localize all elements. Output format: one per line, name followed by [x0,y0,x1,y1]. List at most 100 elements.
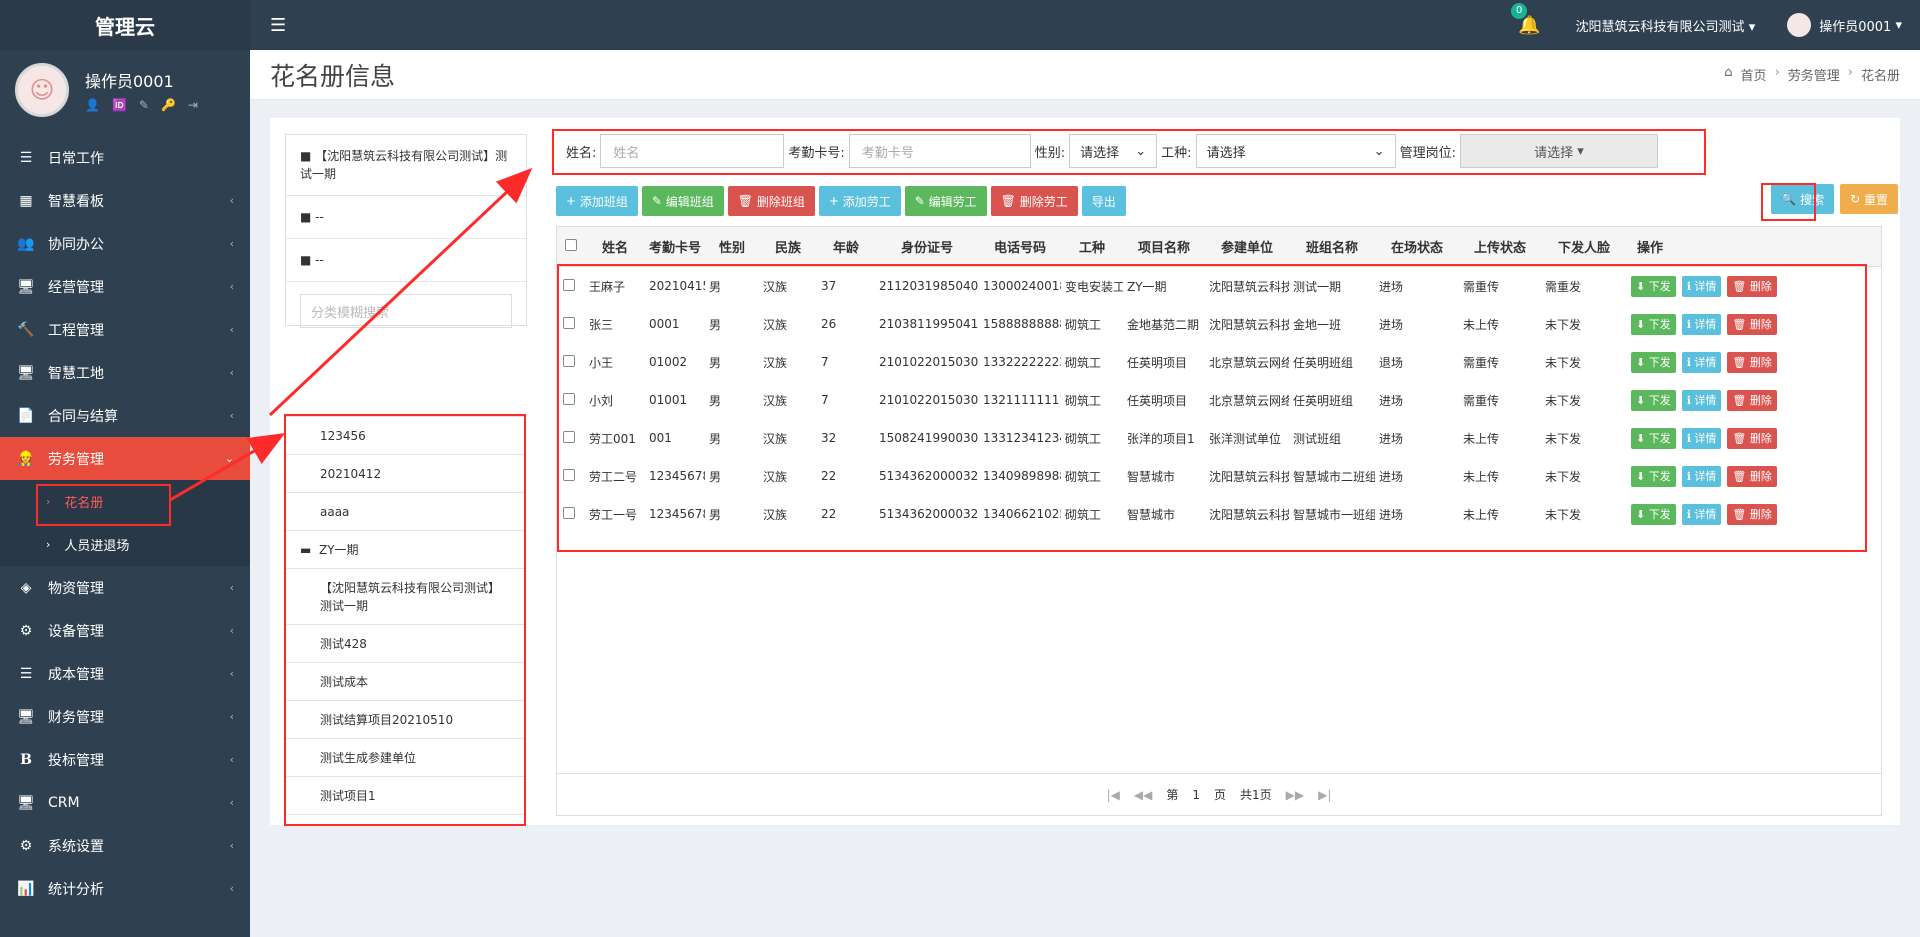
delete-button[interactable]: 🗑 删除 [1727,275,1777,297]
detail-button[interactable]: ℹ 详情 [1681,465,1722,487]
reset-button[interactable]: ↻ 重置 [1840,184,1898,214]
prev-page-icon[interactable]: ◀◀ [1134,788,1152,802]
sidebar-item-equipment-mgmt[interactable]: ⚙ 设备管理 ‹ [0,609,250,652]
search-button[interactable]: 🔍 搜索 [1771,184,1835,214]
row-checkbox[interactable] [563,278,575,291]
tree-item[interactable]: 测试生成参建单位 [286,739,524,777]
issue-button[interactable]: ⬇ 下发 [1631,503,1676,525]
export-button[interactable]: 导出 [1081,186,1126,216]
hamburger-menu-icon[interactable]: ☰ [270,15,286,36]
user-dropdown[interactable]: 操作员0001 ▾ [1787,13,1902,37]
col-header[interactable]: 姓名 [585,237,645,256]
sidebar-item-engineering-mgmt[interactable]: 🔨 工程管理 ‹ [0,308,250,351]
sidebar-item-smart-board[interactable]: ▦ 智慧看板 ‹ [0,179,250,222]
sidebar-item-bid-mgmt[interactable]: B 投标管理 ‹ [0,738,250,781]
submenu-item-entry-exit[interactable]: › 人员进退场 [0,523,250,566]
add-worker-button[interactable]: + 添加劳工 [818,186,901,216]
card-number-input[interactable]: 考勤卡号 [848,134,1031,168]
col-header[interactable]: 电话号码 [979,237,1061,256]
gender-select[interactable]: 请选择 ⌄ [1069,134,1158,168]
delete-button[interactable]: 🗑 删除 [1727,351,1777,373]
first-page-icon[interactable]: |◀ [1107,788,1120,802]
select-all-checkbox[interactable] [565,238,577,251]
row-checkbox[interactable] [563,430,575,443]
delete-button[interactable]: 🗑 删除 [1727,389,1777,411]
sidebar-item-finance-mgmt[interactable]: 🖥 财务管理 ‹ [0,695,250,738]
issue-button[interactable]: ⬇ 下发 [1631,275,1676,297]
tree-item[interactable]: 123456 [286,417,524,455]
add-team-button[interactable]: + 添加班组 [556,186,638,216]
col-header[interactable]: 年龄 [817,237,875,256]
detail-button[interactable]: ℹ 详情 [1681,351,1722,373]
sidebar-item-material-mgmt[interactable]: ◈ 物资管理 ‹ [0,566,250,609]
delete-button[interactable]: 🗑 删除 [1727,427,1777,449]
breadcrumb-labor[interactable]: 劳务管理 [1788,65,1840,84]
logout-icon[interactable]: ⇥ [188,98,198,112]
row-checkbox[interactable] [563,468,575,481]
row-checkbox[interactable] [563,316,575,329]
sidebar-item-business-mgmt[interactable]: 🖥 经营管理 ‹ [0,265,250,308]
name-input[interactable]: 姓名 [600,134,785,168]
col-header[interactable]: 班组名称 [1289,237,1375,256]
col-header[interactable]: 民族 [759,237,817,256]
work-type-select[interactable]: 请选择 ⌄ [1195,134,1396,168]
tree-item[interactable]: aaaa [286,493,524,531]
notification-bell-icon[interactable]: 🔔 0 [1511,2,1541,36]
post-select[interactable]: 请选择 ▾ [1459,134,1658,168]
page-number[interactable]: 1 [1192,788,1200,802]
col-header[interactable]: 工种 [1061,237,1123,256]
sidebar-item-contract-settlement[interactable]: 📄 合同与结算 ‹ [0,394,250,437]
user-profile-icon[interactable]: 👤 [85,98,100,112]
detail-button[interactable]: ℹ 详情 [1681,275,1722,297]
sidebar-item-cost-mgmt[interactable]: ☰ 成本管理 ‹ [0,652,250,695]
key-icon[interactable]: 🔑 [161,98,176,112]
detail-button[interactable]: ℹ 详情 [1681,503,1722,525]
delete-button[interactable]: 🗑 删除 [1727,503,1777,525]
next-page-icon[interactable]: ▶▶ [1286,788,1304,802]
col-header[interactable]: 身份证号 [875,237,979,256]
edit-icon[interactable]: ✎ [139,98,149,112]
tree-search-input[interactable]: 分类模糊搜索 [300,294,512,328]
col-header[interactable]: 项目名称 [1123,237,1205,256]
submenu-item-roster[interactable]: › 花名册 [0,480,250,526]
sidebar-item-labor-mgmt[interactable]: 👷 劳务管理 ⌄ [0,437,250,480]
sidebar-item-collab-office[interactable]: 👥 协同办公 ‹ [0,222,250,265]
tree-item[interactable]: 测试成本 [286,663,524,701]
tree-item[interactable]: 测试项目1 [286,777,524,815]
id-card-icon[interactable]: 🆔 [112,98,127,112]
edit-worker-button[interactable]: ✎ 编辑劳工 [904,186,987,216]
issue-button[interactable]: ⬇ 下发 [1631,351,1676,373]
issue-button[interactable]: ⬇ 下发 [1631,313,1676,335]
delete-worker-button[interactable]: 🗑 删除劳工 [990,186,1078,216]
col-header[interactable]: 参建单位 [1205,237,1289,256]
col-header[interactable]: 考勤卡号 [645,237,705,256]
tree-node[interactable]: ■ -- [286,196,526,239]
sidebar-item-daily-work[interactable]: ☰ 日常工作 [0,136,250,179]
tree-node[interactable]: ■ -- [286,239,526,282]
row-checkbox[interactable] [563,506,575,519]
col-header[interactable]: 上传状态 [1459,237,1541,256]
detail-button[interactable]: ℹ 详情 [1681,427,1722,449]
edit-team-button[interactable]: ✎ 编辑班组 [641,186,724,216]
issue-button[interactable]: ⬇ 下发 [1631,389,1676,411]
collapse-icon[interactable]: ▬ [300,543,311,557]
delete-button[interactable]: 🗑 删除 [1727,465,1777,487]
col-header[interactable]: 性别 [705,237,759,256]
delete-team-button[interactable]: 🗑 删除班组 [727,186,815,216]
tree-item[interactable]: 【沈阳慧筑云科技有限公司测试】测试一期 [286,569,524,625]
breadcrumb-home[interactable]: 首页 [1741,65,1767,84]
issue-button[interactable]: ⬇ 下发 [1631,427,1676,449]
row-checkbox[interactable] [563,392,575,405]
tree-item[interactable]: 测试结算项目20210510 [286,701,524,739]
sidebar-item-statistics[interactable]: 📊 统计分析 ‹ [0,867,250,910]
last-page-icon[interactable]: ▶| [1318,788,1331,802]
detail-button[interactable]: ℹ 详情 [1681,389,1722,411]
delete-button[interactable]: 🗑 删除 [1727,313,1777,335]
sidebar-item-crm[interactable]: 🖥 CRM ‹ [0,781,250,824]
col-header[interactable]: 在场状态 [1375,237,1459,256]
detail-button[interactable]: ℹ 详情 [1681,313,1722,335]
tree-item[interactable]: 测试428 [286,625,524,663]
company-dropdown[interactable]: 沈阳慧筑云科技有限公司测试 ▾ [1576,16,1756,35]
tree-item[interactable]: 20210412 [286,455,524,493]
tree-node[interactable]: ■ 【沈阳慧筑云科技有限公司测试】测试一期 [286,135,526,196]
